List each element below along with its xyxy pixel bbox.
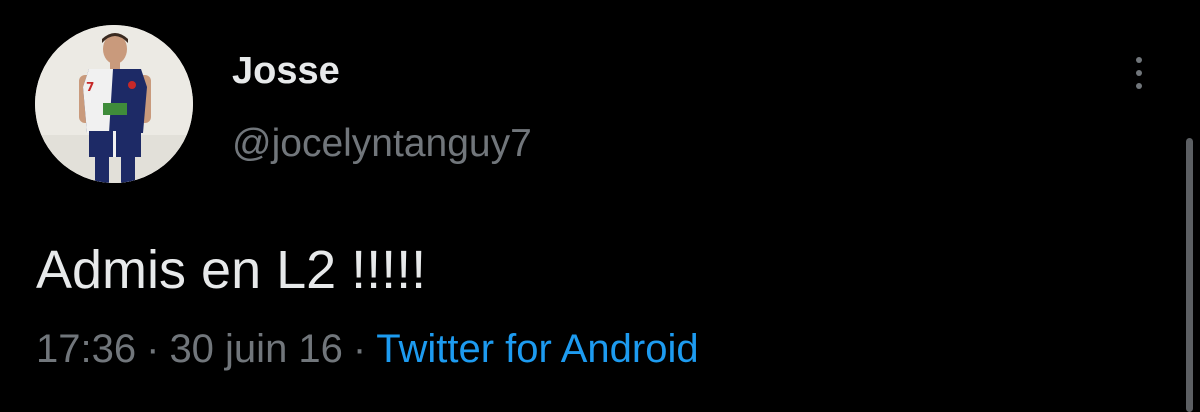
- meta-separator: ·: [352, 327, 367, 371]
- tweet-meta: 17:36 · 30 juin 16 · Twitter for Android: [36, 325, 699, 373]
- more-vertical-icon-dot: [1136, 83, 1142, 89]
- avatar[interactable]: 7: [35, 25, 193, 183]
- user-handle[interactable]: @jocelyntanguy7: [232, 120, 532, 168]
- avatar-photo: 7: [35, 25, 193, 183]
- tweet-source-link[interactable]: Twitter for Android: [376, 327, 698, 371]
- tweet-text: Admis en L2 !!!!!: [36, 240, 427, 300]
- tweet-date[interactable]: 30 juin 16: [169, 327, 342, 371]
- display-name[interactable]: Josse: [232, 48, 340, 94]
- tweet-card: 7 Josse @jocelyntanguy7 Admis en L2 !!!!…: [0, 0, 1200, 412]
- more-vertical-icon-dot: [1136, 70, 1142, 76]
- more-vertical-icon: [1136, 57, 1142, 63]
- scrollbar[interactable]: [1186, 138, 1193, 412]
- svg-text:7: 7: [86, 80, 94, 94]
- tweet-time[interactable]: 17:36: [36, 327, 136, 371]
- more-options-button[interactable]: [1124, 50, 1154, 96]
- meta-separator: ·: [146, 327, 160, 371]
